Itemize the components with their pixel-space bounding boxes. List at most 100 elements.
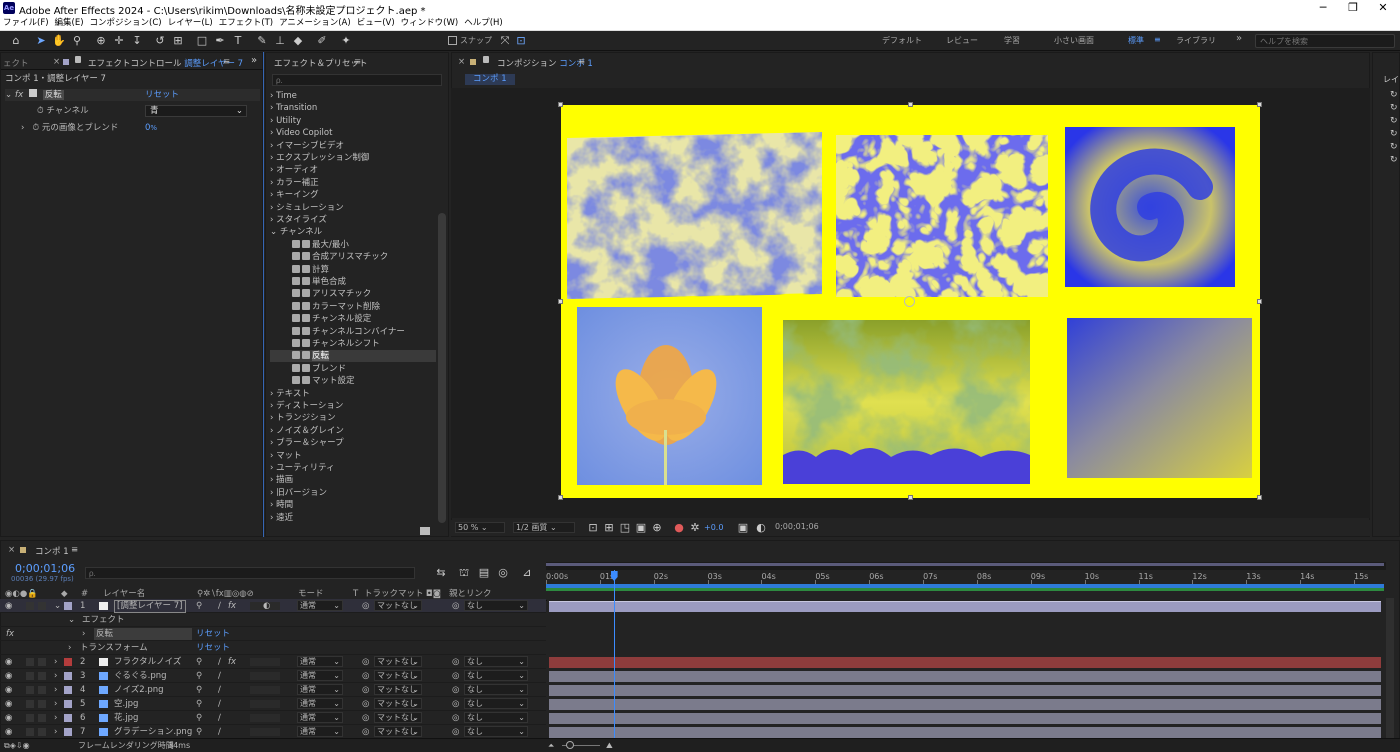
effect-category[interactable]: › テキスト: [270, 388, 436, 400]
label-color-swatch[interactable]: [64, 686, 72, 694]
anchor-tool-icon[interactable]: ⊞: [170, 33, 186, 49]
parent-dropdown[interactable]: なし ⌄: [464, 684, 528, 695]
effect-category[interactable]: › エクスプレッション制御: [270, 152, 436, 164]
effect-category[interactable]: › ノイズ＆グレイン: [270, 425, 436, 437]
layer-duration-bar[interactable]: [549, 657, 1381, 668]
lock-toggle[interactable]: [38, 672, 46, 680]
effect-category[interactable]: › Transition: [270, 102, 436, 114]
shy-switch-icon[interactable]: ⚲: [196, 669, 202, 683]
orbit-tool-icon[interactable]: ⊕: [93, 33, 109, 49]
timeline-layer-row[interactable]: ◉ ⌄ 1 [調整レイヤー 7] ⚲ ∕ fx ◐ 通常 ⌄ ◎ マットなし ⌄ ◎…: [0, 599, 546, 613]
effect-category[interactable]: › トランジション: [270, 412, 436, 424]
label-color-swatch[interactable]: [64, 714, 72, 722]
stopwatch-icon[interactable]: ⏱: [37, 106, 44, 116]
quality-switch-icon[interactable]: ∕: [218, 669, 221, 683]
selection-handle[interactable]: [908, 102, 913, 107]
workspace-learn[interactable]: 学習: [1004, 35, 1020, 46]
chevron-right-icon[interactable]: ›: [68, 641, 71, 655]
home-icon[interactable]: ⌂: [8, 33, 24, 49]
lock-icon[interactable]: [483, 56, 489, 63]
switch-boxes[interactable]: [250, 686, 280, 694]
mask-visibility-icon[interactable]: ◳: [617, 520, 633, 536]
puppet-pin-tool-icon[interactable]: ✦: [338, 33, 354, 49]
panel-menu-icon[interactable]: ≡: [354, 57, 361, 67]
zoom-dropdown[interactable]: 50 % ⌄: [455, 522, 505, 533]
chevron-down-icon[interactable]: ⌄: [54, 599, 61, 613]
motion-blur-icon[interactable]: ◎: [495, 565, 511, 581]
pen-tool-icon[interactable]: ✒: [212, 33, 228, 49]
transform-group-row[interactable]: › トランスフォーム リセット: [0, 641, 546, 655]
effect-category[interactable]: › 遠近: [270, 512, 436, 524]
label-color-swatch[interactable]: [64, 728, 72, 736]
new-bin-icon[interactable]: [420, 527, 430, 535]
track-matte-dropdown[interactable]: マットなし ⌄: [374, 600, 422, 611]
timeline-layer-row[interactable]: ◉ › 6 花.jpg ⚲ ∕ 通常 ⌄ ◎ マットなし ⌄ ◎ なし ⌄: [0, 711, 546, 725]
mode-dropdown[interactable]: 通常 ⌄: [297, 670, 343, 681]
label-color-swatch[interactable]: [64, 658, 72, 666]
layer-name[interactable]: ぐるぐる.png: [114, 669, 167, 683]
parent-dropdown[interactable]: なし ⌄: [464, 656, 528, 667]
solo-toggle[interactable]: [26, 700, 34, 708]
timeline-effect-reset[interactable]: リセット: [196, 627, 230, 641]
shy-switch-icon[interactable]: ⚲: [196, 599, 202, 613]
effect-category[interactable]: › ユーティリティ: [270, 462, 436, 474]
effect-category[interactable]: ⌄ チャンネル: [270, 226, 436, 238]
zoom-in-icon[interactable]: ⛰: [606, 739, 613, 752]
viewer-timecode[interactable]: 0;00;01;06: [773, 522, 823, 533]
matte-target-icon[interactable]: ◎: [362, 711, 369, 725]
matte-target-icon[interactable]: ◎: [362, 669, 369, 683]
effect-item[interactable]: ブレンド: [270, 363, 436, 375]
track-matte-dropdown[interactable]: マットなし ⌄: [374, 712, 422, 723]
right-panel-label[interactable]: レイ: [1383, 74, 1399, 85]
parent-dropdown[interactable]: なし ⌄: [464, 712, 528, 723]
panel-menu-icon[interactable]: ≡: [223, 57, 230, 67]
visibility-eye-icon[interactable]: ◉: [5, 683, 12, 697]
label-color-swatch[interactable]: [64, 700, 72, 708]
snap-target-icon[interactable]: ⊡: [513, 33, 529, 49]
effect-category[interactable]: › カラー補正: [270, 177, 436, 189]
hand-tool-icon[interactable]: ✋: [51, 33, 67, 49]
chevron-right-icon[interactable]: ›: [54, 725, 57, 739]
selection-handle[interactable]: [1257, 299, 1262, 304]
effect-category[interactable]: › シミュレーション: [270, 202, 436, 214]
lock-toggle[interactable]: [38, 728, 46, 736]
maximize-icon[interactable]: ❐: [1338, 0, 1368, 16]
panel-menu-icon[interactable]: ≡: [578, 57, 585, 67]
visibility-eye-icon[interactable]: ◉: [5, 725, 12, 739]
eraser-tool-icon[interactable]: ◆: [290, 33, 306, 49]
exposure-value[interactable]: +0.0: [704, 523, 723, 532]
chevron-right-icon[interactable]: ›: [54, 683, 57, 697]
chevron-right-icon[interactable]: ›: [54, 669, 57, 683]
effect-category[interactable]: › Video Copilot: [270, 127, 436, 139]
matte-target-icon[interactable]: ◎: [362, 725, 369, 739]
selection-tool-icon[interactable]: ➤: [33, 33, 49, 49]
color-channels-icon[interactable]: ●: [671, 520, 687, 536]
snap-options-icon[interactable]: ⤧: [497, 33, 513, 49]
blend-value[interactable]: 0%: [145, 122, 157, 134]
fx-icon[interactable]: fx: [6, 627, 14, 641]
menu-help[interactable]: ヘルプ(H): [461, 16, 506, 31]
effect-category[interactable]: › 時間: [270, 499, 436, 511]
snap-checkbox[interactable]: [448, 36, 457, 45]
effect-row[interactable]: ⌄ fx 反転 リセット: [5, 89, 260, 101]
show-snapshot-icon[interactable]: ◐: [753, 520, 769, 536]
layer-name[interactable]: ノイズ2.png: [114, 683, 164, 697]
effect-category[interactable]: › スタイライズ: [270, 214, 436, 226]
region-of-interest-icon[interactable]: ▣: [633, 520, 649, 536]
solo-toggle[interactable]: [26, 686, 34, 694]
selection-handle[interactable]: [558, 495, 563, 500]
brush-tool-icon[interactable]: ✎: [254, 33, 270, 49]
graph-editor-icon[interactable]: ⊿: [519, 565, 535, 581]
clone-stamp-tool-icon[interactable]: ⊥: [272, 33, 288, 49]
selection-handle[interactable]: [908, 495, 913, 500]
frame-blending-icon[interactable]: ▤: [476, 565, 492, 581]
parent-pickwhip-icon[interactable]: ◎: [452, 711, 459, 725]
menu-file[interactable]: ファイル(F): [0, 16, 52, 31]
timeline-layer-row[interactable]: ◉ › 4 ノイズ2.png ⚲ ∕ 通常 ⌄ ◎ マットなし ⌄ ◎ なし ⌄: [0, 683, 546, 697]
expand-arrow-icon[interactable]: ›: [21, 123, 24, 133]
effect-item[interactable]: 単色合成: [270, 276, 436, 288]
effect-property-row[interactable]: fx › 反転 リセット: [0, 627, 546, 641]
effect-item[interactable]: 反転: [270, 350, 436, 363]
switch-boxes[interactable]: [250, 714, 280, 722]
mode-dropdown[interactable]: 通常 ⌄: [297, 712, 343, 723]
